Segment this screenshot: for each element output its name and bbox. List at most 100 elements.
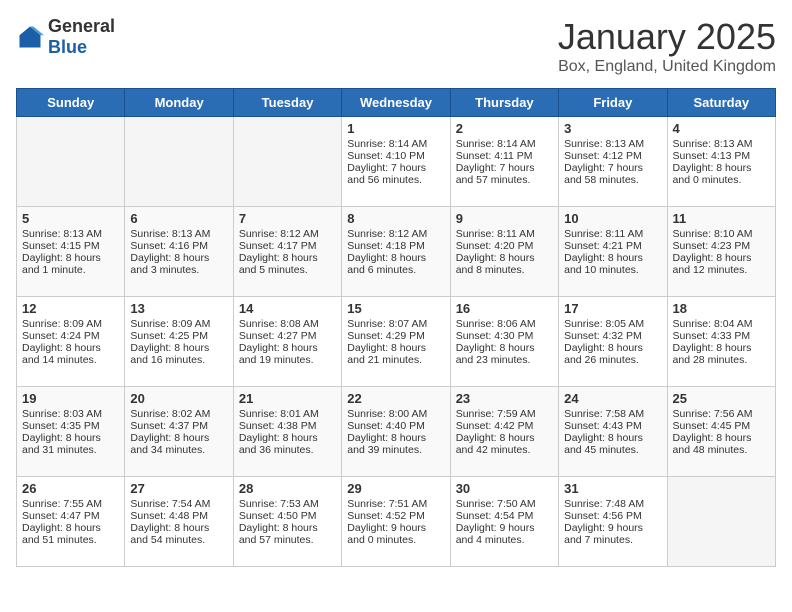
day-info: Daylight: 8 hours: [22, 432, 119, 444]
col-header-saturday: Saturday: [667, 89, 775, 117]
calendar-cell: 17Sunrise: 8:05 AMSunset: 4:32 PMDayligh…: [559, 297, 667, 387]
day-info: Sunset: 4:17 PM: [239, 240, 336, 252]
day-info: and 0 minutes.: [673, 174, 770, 186]
day-info: and 3 minutes.: [130, 264, 227, 276]
day-info: and 48 minutes.: [673, 444, 770, 456]
day-info: and 57 minutes.: [456, 174, 553, 186]
calendar-cell: 29Sunrise: 7:51 AMSunset: 4:52 PMDayligh…: [342, 477, 450, 567]
day-info: Daylight: 8 hours: [22, 522, 119, 534]
page-header: General Blue January 2025 Box, England, …: [16, 16, 776, 76]
day-info: and 6 minutes.: [347, 264, 444, 276]
day-info: Sunrise: 8:11 AM: [456, 228, 553, 240]
day-info: and 34 minutes.: [130, 444, 227, 456]
day-number: 6: [130, 211, 227, 226]
day-info: Daylight: 9 hours: [347, 522, 444, 534]
day-info: and 54 minutes.: [130, 534, 227, 546]
day-info: Sunset: 4:13 PM: [673, 150, 770, 162]
day-info: Sunrise: 8:10 AM: [673, 228, 770, 240]
day-info: and 7 minutes.: [564, 534, 661, 546]
day-info: Daylight: 9 hours: [564, 522, 661, 534]
day-info: Sunset: 4:24 PM: [22, 330, 119, 342]
day-number: 5: [22, 211, 119, 226]
calendar-cell: 22Sunrise: 8:00 AMSunset: 4:40 PMDayligh…: [342, 387, 450, 477]
month-title: January 2025: [558, 16, 776, 58]
day-info: Sunrise: 8:08 AM: [239, 318, 336, 330]
day-info: Sunset: 4:20 PM: [456, 240, 553, 252]
day-info: Sunrise: 8:07 AM: [347, 318, 444, 330]
calendar-cell: 4Sunrise: 8:13 AMSunset: 4:13 PMDaylight…: [667, 117, 775, 207]
day-info: Sunrise: 7:48 AM: [564, 498, 661, 510]
day-info: Sunrise: 8:12 AM: [239, 228, 336, 240]
day-info: Sunset: 4:25 PM: [130, 330, 227, 342]
day-info: Sunrise: 8:13 AM: [130, 228, 227, 240]
day-info: Sunrise: 8:14 AM: [347, 138, 444, 150]
day-info: Sunrise: 8:00 AM: [347, 408, 444, 420]
day-info: Sunrise: 8:14 AM: [456, 138, 553, 150]
day-info: Sunset: 4:15 PM: [22, 240, 119, 252]
calendar-cell: [17, 117, 125, 207]
day-number: 27: [130, 481, 227, 496]
day-info: and 4 minutes.: [456, 534, 553, 546]
day-info: Daylight: 8 hours: [130, 522, 227, 534]
calendar-cell: 16Sunrise: 8:06 AMSunset: 4:30 PMDayligh…: [450, 297, 558, 387]
day-info: Daylight: 8 hours: [456, 432, 553, 444]
day-number: 10: [564, 211, 661, 226]
day-info: Sunrise: 8:09 AM: [22, 318, 119, 330]
day-info: and 10 minutes.: [564, 264, 661, 276]
calendar-cell: 7Sunrise: 8:12 AMSunset: 4:17 PMDaylight…: [233, 207, 341, 297]
logo-blue: Blue: [48, 37, 87, 57]
day-info: Sunset: 4:43 PM: [564, 420, 661, 432]
day-info: Daylight: 8 hours: [564, 432, 661, 444]
day-number: 31: [564, 481, 661, 496]
day-info: and 16 minutes.: [130, 354, 227, 366]
day-info: Sunrise: 8:13 AM: [22, 228, 119, 240]
day-info: Sunrise: 7:56 AM: [673, 408, 770, 420]
day-info: and 57 minutes.: [239, 534, 336, 546]
day-info: Daylight: 8 hours: [239, 432, 336, 444]
day-info: Sunset: 4:54 PM: [456, 510, 553, 522]
day-number: 22: [347, 391, 444, 406]
day-number: 8: [347, 211, 444, 226]
day-info: Daylight: 8 hours: [673, 252, 770, 264]
day-info: Sunrise: 7:51 AM: [347, 498, 444, 510]
calendar-cell: 23Sunrise: 7:59 AMSunset: 4:42 PMDayligh…: [450, 387, 558, 477]
day-info: Sunrise: 8:11 AM: [564, 228, 661, 240]
calendar-cell: 30Sunrise: 7:50 AMSunset: 4:54 PMDayligh…: [450, 477, 558, 567]
day-info: and 42 minutes.: [456, 444, 553, 456]
day-info: and 14 minutes.: [22, 354, 119, 366]
day-info: Sunrise: 8:09 AM: [130, 318, 227, 330]
day-info: Sunset: 4:12 PM: [564, 150, 661, 162]
day-info: Sunset: 4:18 PM: [347, 240, 444, 252]
logo: General Blue: [16, 16, 115, 58]
day-number: 20: [130, 391, 227, 406]
day-info: and 26 minutes.: [564, 354, 661, 366]
day-info: Sunrise: 8:05 AM: [564, 318, 661, 330]
day-info: Daylight: 8 hours: [456, 252, 553, 264]
day-info: Sunrise: 8:04 AM: [673, 318, 770, 330]
day-info: and 28 minutes.: [673, 354, 770, 366]
week-row: 12Sunrise: 8:09 AMSunset: 4:24 PMDayligh…: [17, 297, 776, 387]
day-info: Daylight: 7 hours: [564, 162, 661, 174]
day-info: Sunrise: 7:54 AM: [130, 498, 227, 510]
day-number: 23: [456, 391, 553, 406]
day-info: and 58 minutes.: [564, 174, 661, 186]
calendar-cell: 19Sunrise: 8:03 AMSunset: 4:35 PMDayligh…: [17, 387, 125, 477]
header-row: SundayMondayTuesdayWednesdayThursdayFrid…: [17, 89, 776, 117]
calendar-cell: 5 Sunrise: 8:13 AMSunset: 4:15 PMDaylight…: [17, 207, 125, 297]
week-row: 1Sunrise: 8:14 AMSunset: 4:10 PMDaylight…: [17, 117, 776, 207]
day-info: Sunset: 4:45 PM: [673, 420, 770, 432]
calendar-cell: 11Sunrise: 8:10 AMSunset: 4:23 PMDayligh…: [667, 207, 775, 297]
day-info: and 23 minutes.: [456, 354, 553, 366]
calendar-cell: 21Sunrise: 8:01 AMSunset: 4:38 PMDayligh…: [233, 387, 341, 477]
day-info: Sunset: 4:11 PM: [456, 150, 553, 162]
day-info: Sunrise: 7:55 AM: [22, 498, 119, 510]
day-info: Sunrise: 8:03 AM: [22, 408, 119, 420]
day-info: and 19 minutes.: [239, 354, 336, 366]
calendar-cell: 28Sunrise: 7:53 AMSunset: 4:50 PMDayligh…: [233, 477, 341, 567]
day-info: Daylight: 8 hours: [22, 252, 119, 264]
day-number: 9: [456, 211, 553, 226]
day-info: Daylight: 8 hours: [673, 162, 770, 174]
day-info: Sunrise: 7:50 AM: [456, 498, 553, 510]
day-info: Daylight: 8 hours: [564, 342, 661, 354]
day-info: and 51 minutes.: [22, 534, 119, 546]
